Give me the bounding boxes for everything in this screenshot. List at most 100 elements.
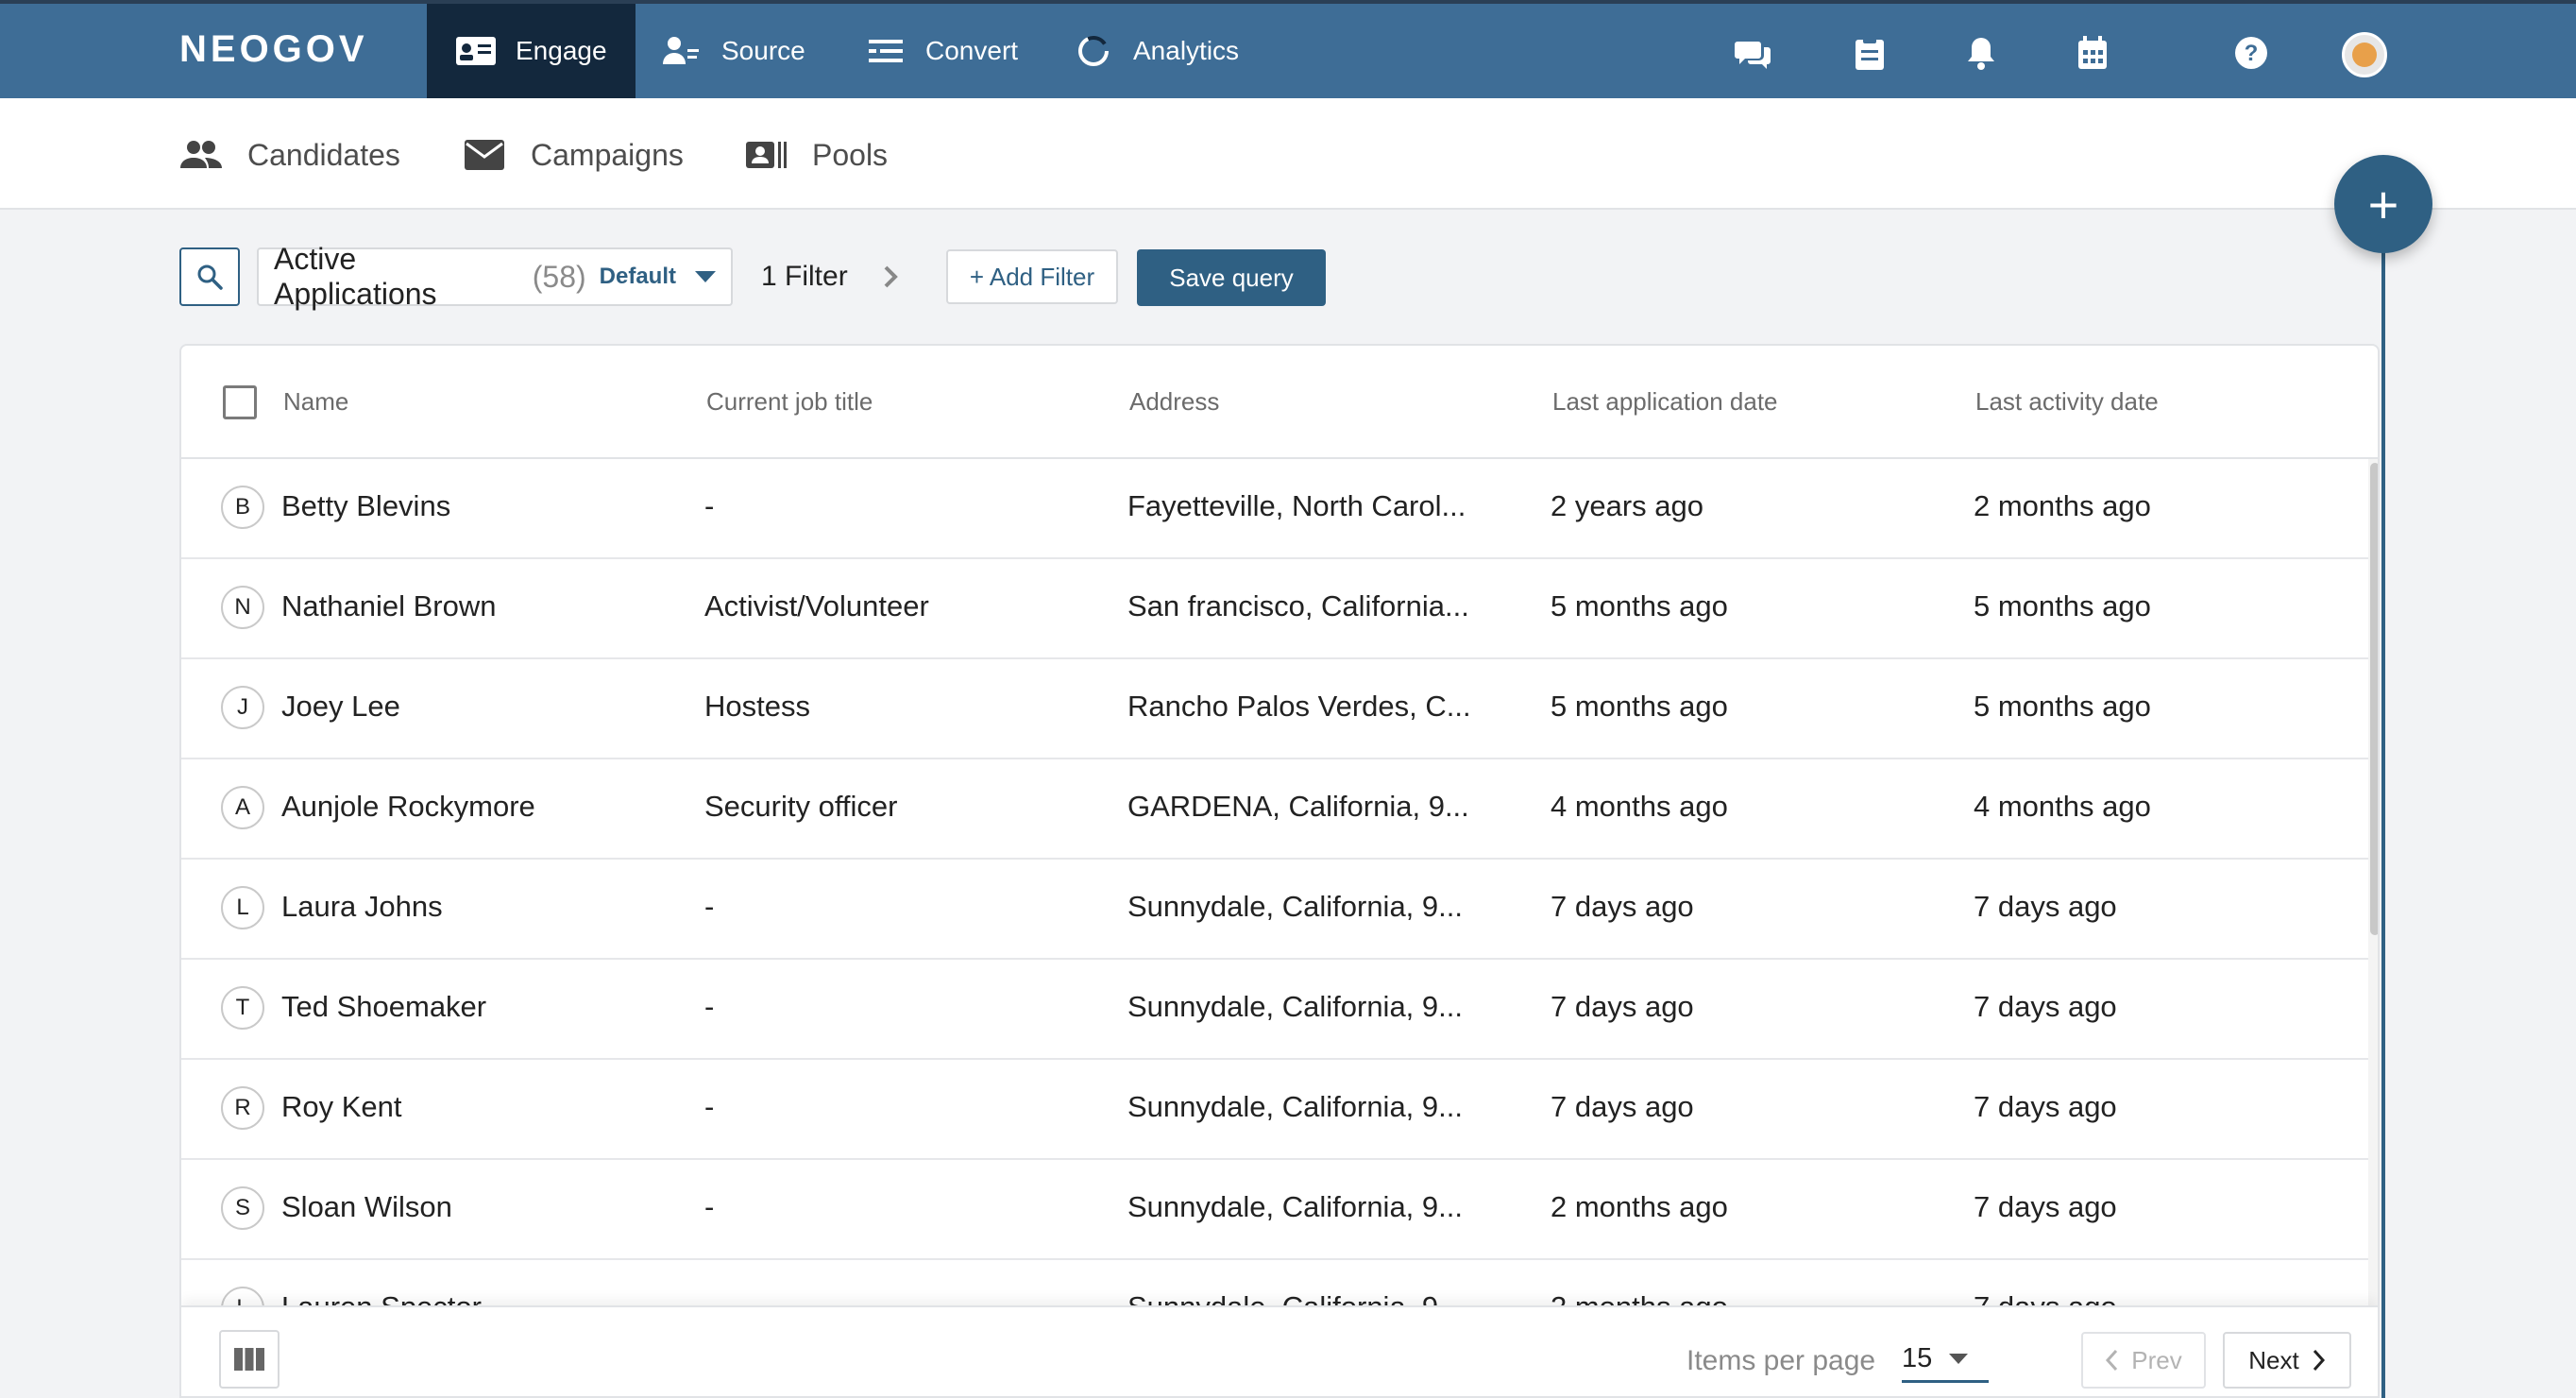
column-header-last-activity-date[interactable]: Last activity date <box>1975 387 2159 417</box>
candidate-initial-avatar: J <box>221 686 264 729</box>
chevron-right-icon[interactable] <box>878 263 905 291</box>
last-activity-date: 7 days ago <box>1974 890 2117 923</box>
candidate-initial-avatar: A <box>221 786 264 829</box>
saved-query-dropdown[interactable]: Active Applications (58) Default <box>257 242 733 311</box>
candidate-initial-avatar: S <box>221 1186 264 1230</box>
current-job-title: - <box>704 1190 715 1223</box>
bell-icon[interactable] <box>1960 32 2002 74</box>
candidate-name[interactable]: Nathaniel Brown <box>281 589 496 623</box>
nav-tab-source[interactable]: Source <box>633 4 834 98</box>
candidate-address: Fayetteville, North Carol... <box>1127 489 1466 522</box>
sub-navigation: Candidates Campaigns Pools <box>0 98 2576 210</box>
last-application-date: 5 months ago <box>1551 690 1728 723</box>
last-activity-date: 2 months ago <box>1974 489 2151 522</box>
chevron-left-icon <box>2106 1349 2118 1372</box>
table-row[interactable]: L Lauren Spector Sunnydale, California, 9.… <box>181 1260 2370 1305</box>
column-header-name[interactable]: Name <box>283 387 348 417</box>
nav-tab-label: Source <box>721 36 805 65</box>
items-per-page-select[interactable]: 15 <box>1902 1338 1989 1383</box>
clipboard-icon[interactable] <box>1849 32 1890 74</box>
candidate-address: San francisco, California... <box>1127 589 1469 622</box>
column-settings-button[interactable] <box>219 1330 280 1389</box>
select-all-checkbox[interactable] <box>223 385 257 419</box>
table-row[interactable]: A Aunjole Rockymore Security officer GARDEN… <box>181 759 2370 860</box>
fab-divider-line <box>2381 246 2385 1398</box>
current-job-title: Hostess <box>704 690 810 723</box>
candidate-initial-avatar: L <box>221 1287 264 1305</box>
last-application-date: 7 days ago <box>1551 990 1694 1023</box>
candidate-initial-avatar: B <box>221 486 264 529</box>
save-query-button[interactable]: Save query <box>1137 249 1326 306</box>
last-application-date: 2 months ago <box>1551 1290 1728 1305</box>
candidate-address: Sunnydale, California, 9... <box>1127 890 1463 923</box>
help-icon[interactable]: ? <box>2230 32 2272 74</box>
nav-tab-label: Engage <box>516 36 607 65</box>
current-job-title: Activist/Volunteer <box>704 589 929 622</box>
scrollbar-thumb[interactable] <box>2370 463 2378 935</box>
last-activity-date: 7 days ago <box>1974 1090 2117 1123</box>
nav-tab-engage[interactable]: Engage <box>427 4 636 98</box>
last-application-date: 5 months ago <box>1551 589 1728 622</box>
current-job-title: - <box>704 890 715 923</box>
last-activity-date: 7 days ago <box>1974 990 2117 1023</box>
search-button[interactable] <box>179 247 240 306</box>
table-row[interactable]: T Ted Shoemaker - Sunnydale, California, 9.… <box>181 960 2370 1060</box>
candidate-address: Sunnydale, California, 9... <box>1127 990 1463 1023</box>
candidate-name[interactable]: Roy Kent <box>281 1090 402 1124</box>
subtab-label: Campaigns <box>531 137 684 172</box>
last-application-date: 2 years ago <box>1551 489 1703 522</box>
table-row[interactable]: J Joey Lee Hostess Rancho Palos Verdes, C..… <box>181 659 2370 759</box>
people-icon <box>180 141 222 168</box>
calendar-icon[interactable] <box>2072 32 2113 74</box>
table-row[interactable]: R Roy Kent - Sunnydale, California, 9... 7 d… <box>181 1060 2370 1160</box>
column-header-job-title[interactable]: Current job title <box>706 387 873 417</box>
candidate-name[interactable]: Lauren Spector <box>281 1290 482 1305</box>
nav-tab-convert[interactable]: Convert <box>837 4 1046 98</box>
candidate-name[interactable]: Betty Blevins <box>281 489 450 523</box>
candidate-name[interactable]: Sloan Wilson <box>281 1190 452 1224</box>
table-body: B Betty Blevins - Fayetteville, North Carol… <box>181 459 2378 1305</box>
table-row[interactable]: S Sloan Wilson - Sunnydale, California, 9..… <box>181 1160 2370 1260</box>
chevron-down-icon <box>695 271 716 282</box>
table-row[interactable]: N Nathaniel Brown Activist/Volunteer San fr… <box>181 559 2370 659</box>
items-per-page-value: 15 <box>1902 1343 1933 1373</box>
candidate-address: GARDENA, California, 9... <box>1127 790 1469 823</box>
candidate-initial-avatar: R <box>221 1086 264 1130</box>
next-page-button[interactable]: Next <box>2223 1332 2351 1389</box>
candidate-address: Sunnydale, California, 9... <box>1127 1190 1463 1223</box>
last-application-date: 7 days ago <box>1551 890 1694 923</box>
table-row[interactable]: L Laura Johns - Sunnydale, California, 9...… <box>181 860 2370 960</box>
table-header: Name Current job title Address Last appl… <box>181 346 2378 459</box>
prev-page-button[interactable]: Prev <box>2081 1332 2206 1389</box>
column-header-address[interactable]: Address <box>1129 387 1219 417</box>
candidate-name[interactable]: Laura Johns <box>281 890 443 924</box>
nav-tab-analytics[interactable]: Analytics <box>1044 4 1267 98</box>
candidate-initial-avatar: T <box>221 986 264 1030</box>
subtab-pools[interactable]: Pools <box>744 132 888 178</box>
person-search-icon <box>663 37 699 64</box>
columns-icon <box>234 1348 264 1371</box>
envelope-icon <box>465 140 504 170</box>
prev-label: Prev <box>2131 1345 2182 1374</box>
column-header-last-application-date[interactable]: Last application date <box>1552 387 1778 417</box>
subtab-candidates[interactable]: Candidates <box>179 132 400 178</box>
candidate-name[interactable]: Joey Lee <box>281 690 400 724</box>
candidates-table: Name Current job title Address Last appl… <box>179 344 2380 1398</box>
id-card-icon <box>456 37 496 65</box>
last-activity-date: 7 days ago <box>1974 1290 2117 1305</box>
nav-tab-label: Convert <box>925 36 1019 65</box>
filter-count[interactable]: 1 Filter <box>761 261 848 293</box>
candidate-name[interactable]: Ted Shoemaker <box>281 990 486 1024</box>
add-button[interactable]: + <box>2334 155 2432 253</box>
search-icon <box>197 264 223 290</box>
chat-icon[interactable] <box>1732 32 1773 74</box>
add-filter-button[interactable]: + Add Filter <box>946 249 1118 304</box>
brand-logo[interactable]: NEOGOV <box>179 28 368 71</box>
last-activity-date: 5 months ago <box>1974 589 2151 622</box>
table-row[interactable]: B Betty Blevins - Fayetteville, North Carol… <box>181 459 2370 559</box>
user-avatar[interactable] <box>2342 32 2387 77</box>
candidate-initial-avatar: L <box>221 886 264 929</box>
subtab-campaigns[interactable]: Campaigns <box>463 132 684 178</box>
candidate-name[interactable]: Aunjole Rockymore <box>281 790 535 824</box>
top-navigation-bar: NEOGOV Engage Source Convert Analytics ? <box>0 0 2576 98</box>
